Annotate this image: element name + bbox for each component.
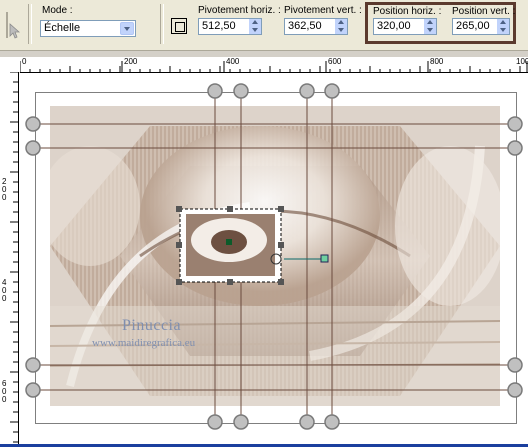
mode-value: Échelle xyxy=(44,22,81,34)
watermark-name: Pinuccia xyxy=(122,317,182,334)
toolbar-separator xyxy=(28,4,32,44)
toolbar-separator xyxy=(160,4,164,44)
ruler-horizontal: 0 200 400 600 800 100 xyxy=(20,57,528,73)
spinner-icon[interactable] xyxy=(424,19,436,34)
spinner-icon[interactable] xyxy=(335,19,347,34)
spinner-icon[interactable] xyxy=(249,19,261,34)
pivot-v-input[interactable]: 362,50 xyxy=(284,18,348,35)
ruler-label: 400 xyxy=(226,57,240,66)
watermark-url: www.maidiregrafica.eu xyxy=(92,337,196,349)
pos-v-label: Position vert. : xyxy=(452,6,516,17)
ruler-label: 200 xyxy=(124,57,138,66)
pivot-v-value: 362,50 xyxy=(288,20,322,32)
pivot-h-label: Pivotement horiz. : xyxy=(198,5,281,16)
spinner-icon[interactable] xyxy=(497,19,509,34)
artwork-layer[interactable] xyxy=(50,106,500,406)
ruler-vertical: 200 400 600 xyxy=(0,72,19,444)
ruler-label: 100 xyxy=(516,57,528,66)
pos-v-value: 265,00 xyxy=(456,20,490,32)
tool-options-bar: Mode : Échelle Pivotement horiz. : 512,5… xyxy=(0,0,528,51)
ruler-label: 600 xyxy=(328,57,342,66)
pos-h-label: Position horiz. : xyxy=(373,6,442,17)
mode-label: Mode : xyxy=(42,5,73,16)
ruler-label: 0 xyxy=(22,57,27,66)
pivot-h-value: 512,50 xyxy=(202,20,236,32)
pick-tool-icon xyxy=(4,10,22,40)
ruler-label: 400 xyxy=(2,278,7,303)
pivot-icon[interactable] xyxy=(171,18,187,34)
pos-v-input[interactable]: 265,00 xyxy=(452,18,510,35)
pivot-v-label: Pivotement vert. : xyxy=(284,5,362,16)
mode-select[interactable]: Échelle xyxy=(40,20,136,37)
pos-h-value: 320,00 xyxy=(377,20,411,32)
ruler-label: 600 xyxy=(2,379,7,404)
pivot-h-input[interactable]: 512,50 xyxy=(198,18,262,35)
pos-h-input[interactable]: 320,00 xyxy=(373,18,437,35)
ruler-label: 200 xyxy=(2,177,7,202)
ruler-corner xyxy=(0,57,20,72)
chevron-down-icon[interactable] xyxy=(120,22,134,35)
ruler-label: 800 xyxy=(430,57,444,66)
